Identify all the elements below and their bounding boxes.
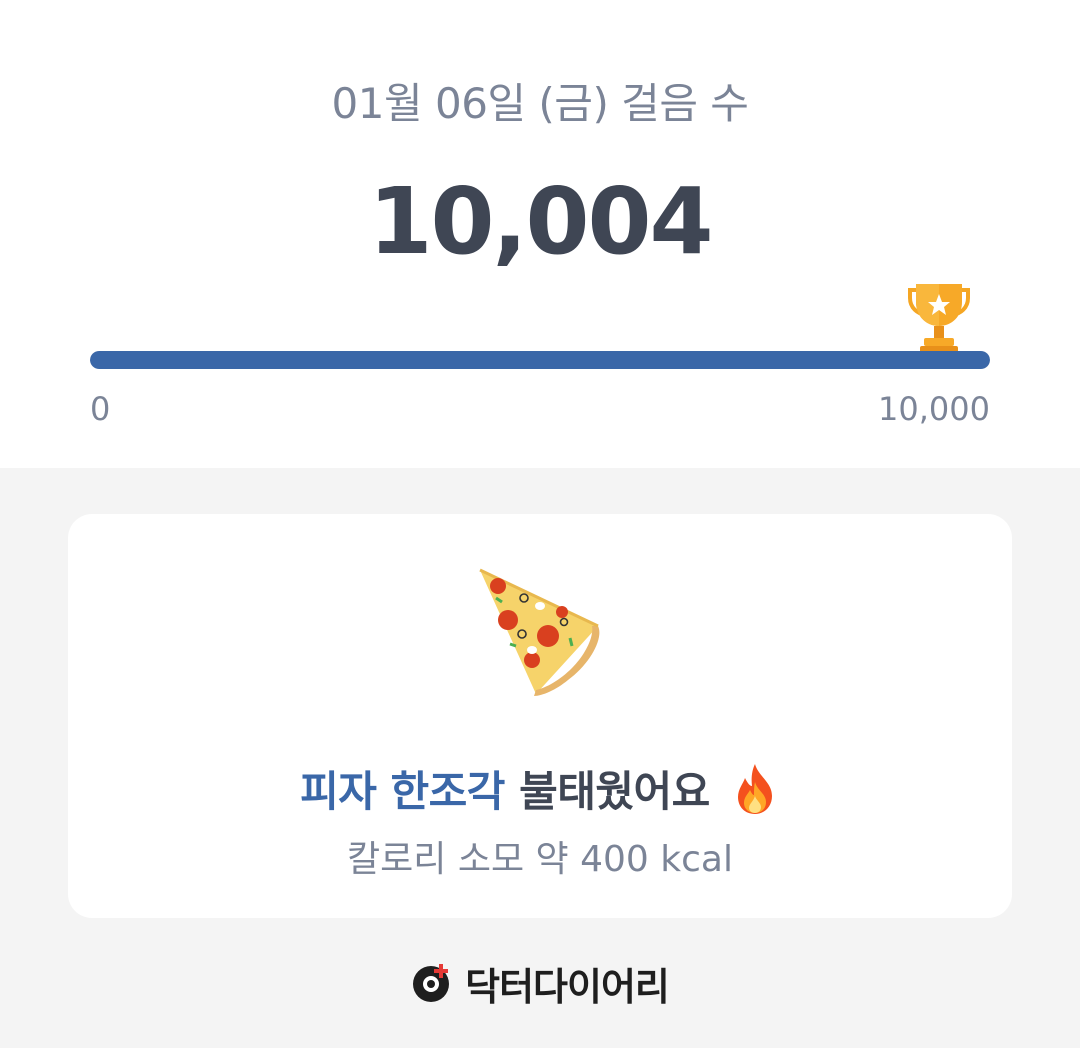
pizza-icon bbox=[479, 568, 600, 696]
date-title: 01월 06일 (금) 걸음 수 bbox=[331, 79, 749, 128]
brand-footer: 닥터다이어리 bbox=[0, 958, 1080, 1009]
headline-rest: 불태웠어요 bbox=[519, 767, 710, 816]
fire-icon bbox=[737, 764, 772, 814]
step-summary-panel: 01월 06일 (금) 걸음 수 10,004 0 10,000 bbox=[0, 0, 1080, 468]
doctor-diary-logo-icon bbox=[413, 964, 450, 1002]
trophy-icon bbox=[908, 284, 970, 354]
step-progress-fill bbox=[90, 351, 990, 369]
calorie-card: 피자 한조각 불태웠어요 칼로리 소모 약 400 kcal bbox=[68, 514, 1012, 918]
calorie-text: 칼로리 소모 약 400 kcal bbox=[347, 839, 733, 880]
progress-max-label: 10,000 bbox=[878, 390, 990, 428]
step-count: 10,004 bbox=[368, 168, 713, 275]
brand-name: 닥터다이어리 bbox=[465, 964, 670, 1009]
step-progress-bar bbox=[90, 351, 990, 369]
headline-food: 피자 한조각 bbox=[300, 767, 505, 816]
progress-min-label: 0 bbox=[90, 390, 111, 428]
calorie-headline: 피자 한조각 불태웠어요 bbox=[68, 758, 1012, 819]
